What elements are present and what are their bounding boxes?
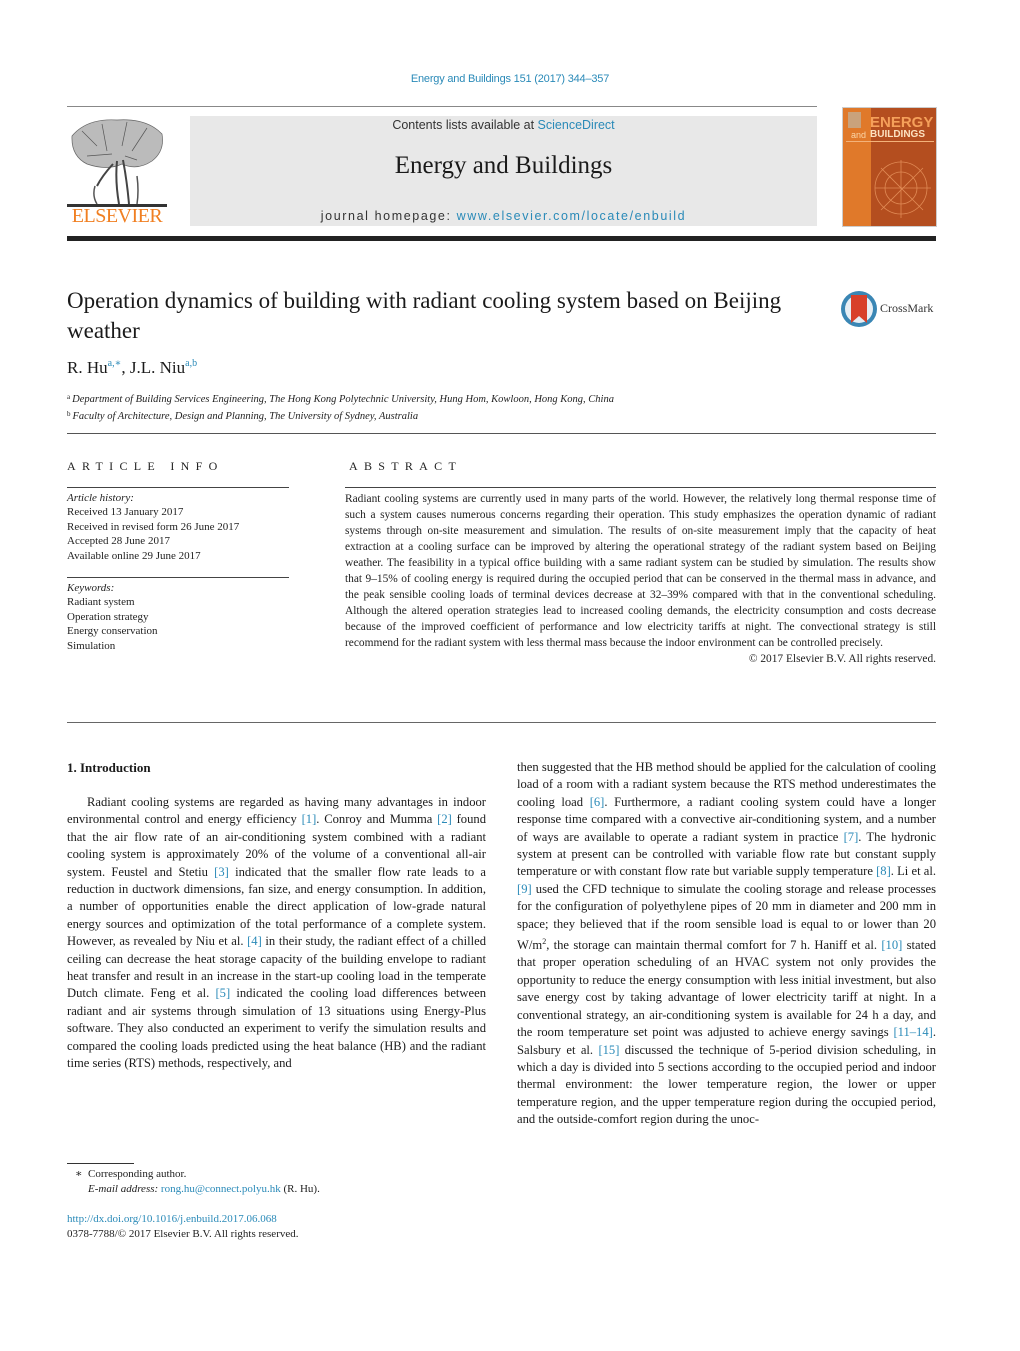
abstract-bottom-divider <box>67 722 936 723</box>
affiliation-mark: b <box>67 410 71 418</box>
body-text: , the storage can maintain thermal comfo… <box>546 938 882 953</box>
history-item: Received in revised form 26 June 2017 <box>67 520 240 533</box>
footnote-star: ∗ <box>75 1168 83 1180</box>
body-column-left: Radiant cooling systems are regarded as … <box>67 794 486 1073</box>
author-email-link[interactable]: rong.hu@connect.polyu.hk <box>161 1183 281 1195</box>
abstract-copyright: © 2017 Elsevier B.V. All rights reserved… <box>748 653 936 665</box>
citation-link[interactable]: [15] <box>598 1043 619 1057</box>
cover-title-buildings: BUILDINGS <box>870 129 925 140</box>
sciencedirect-link[interactable]: ScienceDirect <box>538 118 615 132</box>
footnote-corresponding: ∗ Corresponding author. E-mail address: … <box>75 1167 320 1196</box>
author-name[interactable]: J.L. Niu <box>130 358 185 377</box>
homepage-prefix: journal homepage: <box>320 209 457 223</box>
author-list: R. Hua,∗, J.L. Niua,b <box>67 358 197 378</box>
article-info-heading: ARTICLE INFO <box>67 459 224 473</box>
affiliation-mark: a <box>67 393 71 401</box>
cover-badge <box>848 112 861 128</box>
footnote-divider <box>67 1163 134 1164</box>
journal-cover-thumbnail[interactable]: ENERGY and BUILDINGS <box>842 107 937 227</box>
affiliation-text: Department of Building Services Engineer… <box>72 394 614 405</box>
affiliation-item: b Faculty of Architecture, Design and Pla… <box>67 407 614 424</box>
cover-graphic-icon <box>874 160 931 218</box>
keyword-item: Energy conservation <box>67 625 158 638</box>
citation-link[interactable]: [8] <box>876 864 891 878</box>
article-title: Operation dynamics of building with radi… <box>67 288 782 343</box>
contents-line: Contents lists available at ScienceDirec… <box>190 118 817 132</box>
body-column-right: then suggested that the HB method should… <box>517 759 936 1129</box>
citation-link[interactable]: [1] <box>302 812 317 826</box>
citation-link[interactable]: [3] <box>214 865 229 879</box>
journal-title: Energy and Buildings <box>394 152 613 179</box>
citation-link[interactable]: [10] <box>881 938 902 952</box>
body-text: . Conroy and Mumma <box>316 812 438 827</box>
citation-link[interactable]: [11–14] <box>893 1025 932 1039</box>
affiliations: a Department of Building Services Enginee… <box>67 390 614 424</box>
journal-homepage-link[interactable]: www.elsevier.com/locate/enbuild <box>457 209 687 223</box>
abstract-heading: ABSTRACT <box>349 459 463 473</box>
citation-link[interactable]: [5] <box>215 986 230 1000</box>
corresponding-author-label: Corresponding author. <box>87 1168 187 1180</box>
abstract-body: Radiant cooling systems are currently us… <box>345 491 936 667</box>
elsevier-logo[interactable]: ELSEVIER <box>67 116 167 228</box>
citation-link[interactable]: [6] <box>590 795 605 809</box>
keywords: Keywords: Radiant system Operation strat… <box>67 581 158 653</box>
citation-link[interactable]: [7] <box>844 830 859 844</box>
issn-copyright: 0378-7788/© 2017 Elsevier B.V. All right… <box>67 1227 299 1240</box>
homepage-line: journal homepage: www.elsevier.com/locat… <box>190 209 817 223</box>
author-separator: , <box>121 358 130 377</box>
history-item: Available online 29 June 2017 <box>67 549 201 562</box>
article-info-divider <box>67 487 289 488</box>
keyword-item: Operation strategy <box>67 610 149 623</box>
abstract-text: Radiant cooling systems are currently us… <box>345 493 936 649</box>
masthead-heavy-rule <box>67 236 936 241</box>
affiliation-text: Faculty of Architecture, Design and Plan… <box>72 411 419 422</box>
elsevier-wordmark: ELSEVIER <box>71 205 163 227</box>
body-text: stated that proper operation scheduling … <box>517 938 936 1040</box>
crossmark-icon <box>841 291 877 327</box>
keyword-item: Radiant system <box>67 596 135 609</box>
author-affiliation-marks[interactable]: a,b <box>185 358 197 369</box>
journal-masthead: Contents lists available at ScienceDirec… <box>190 116 817 226</box>
crossmark-label: CrossMark <box>880 301 934 315</box>
doi-link[interactable]: http://dx.doi.org/10.1016/j.enbuild.2017… <box>67 1213 277 1225</box>
keywords-label: Keywords: <box>67 582 115 594</box>
author-name[interactable]: R. Hu <box>67 358 108 377</box>
email-suffix: (R. Hu). <box>280 1182 320 1195</box>
affiliation-item: a Department of Building Services Enginee… <box>67 390 614 407</box>
article-history: Article history: Received 13 January 201… <box>67 491 239 563</box>
section-heading-introduction: 1. Introduction <box>67 760 151 775</box>
history-item: Accepted 28 June 2017 <box>67 535 170 548</box>
cover-title-and: and <box>851 130 867 140</box>
history-item: Received 13 January 2017 <box>67 506 184 519</box>
citation-link[interactable]: [9] <box>517 882 532 896</box>
email-label: E-mail address: <box>88 1182 159 1195</box>
header-divider <box>67 106 817 107</box>
journal-citation-link[interactable]: Energy and Buildings 151 (2017) 344–357 <box>0 73 1020 85</box>
citation-link[interactable]: [2] <box>437 812 452 826</box>
doi-block: http://dx.doi.org/10.1016/j.enbuild.2017… <box>67 1212 299 1241</box>
title-divider <box>67 433 936 434</box>
body-text: . Li et al. <box>890 864 936 879</box>
keywords-divider <box>67 577 289 578</box>
history-label: Article history: <box>67 492 134 504</box>
crossmark-button[interactable]: CrossMark <box>840 290 940 330</box>
abstract-divider <box>345 487 936 488</box>
contents-prefix: Contents lists available at <box>392 118 538 132</box>
elsevier-tree-icon <box>67 119 167 207</box>
citation-link[interactable]: [4] <box>247 934 262 948</box>
keyword-item: Simulation <box>67 639 116 652</box>
cover-rule <box>846 141 934 142</box>
author-affiliation-marks[interactable]: a,∗ <box>108 358 122 369</box>
